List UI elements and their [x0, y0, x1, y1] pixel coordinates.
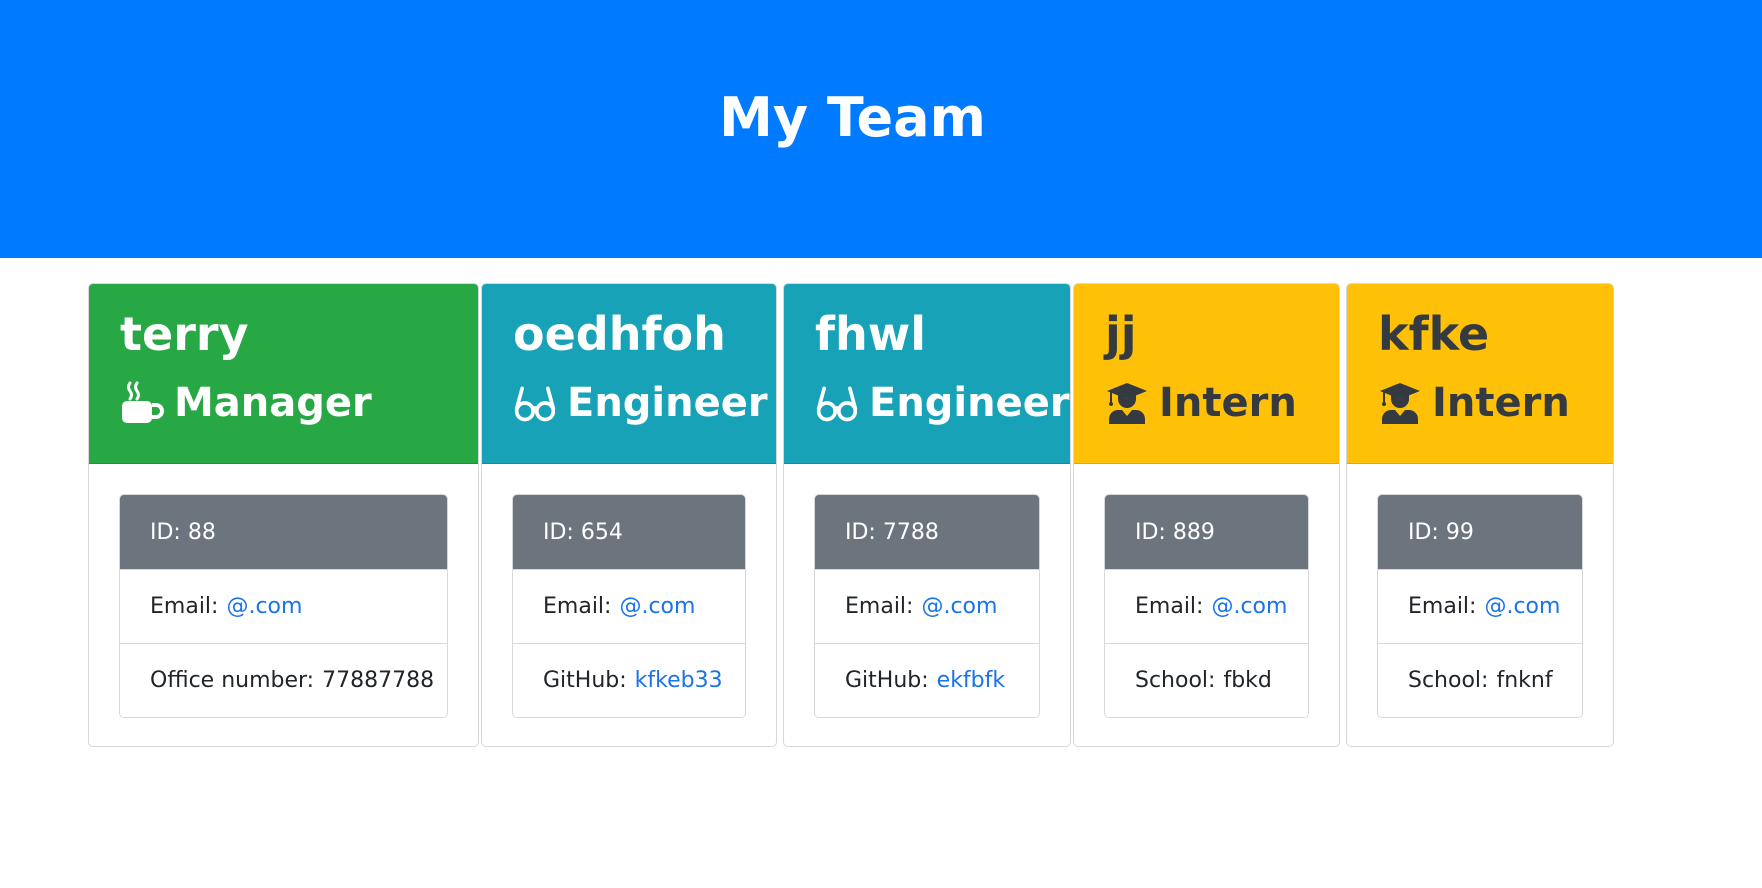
github-label: GitHub:	[845, 668, 929, 693]
employee-name: terry	[120, 307, 249, 361]
employee-card: fhwl Engineer ID: 7788 Email: @.com GitH…	[783, 283, 1071, 747]
graduate-icon	[1107, 383, 1147, 424]
email-link[interactable]: @.com	[1484, 594, 1560, 619]
github-link[interactable]: kfkeb33	[635, 668, 723, 693]
github-link[interactable]: ekfbfk	[937, 668, 1005, 693]
id-row: ID: 889	[1105, 495, 1308, 569]
school-label: School:	[1408, 668, 1489, 693]
email-label: Email:	[1408, 594, 1477, 619]
email-label: Email:	[543, 594, 612, 619]
employee-role: Intern	[1378, 370, 1613, 436]
coffee-mug-icon	[122, 381, 164, 423]
role-label: Engineer	[567, 380, 768, 426]
role-label: Manager	[174, 380, 372, 426]
email-row: Email: @.com	[1105, 569, 1308, 643]
email-link[interactable]: @.com	[1211, 594, 1287, 619]
email-label: Email:	[150, 594, 219, 619]
email-label: Email:	[1135, 594, 1204, 619]
info-list: ID: 654 Email: @.com GitHub: kfkeb33	[512, 494, 746, 718]
school-row: School: fnknf	[1378, 643, 1582, 717]
employee-role: Intern	[1105, 370, 1339, 436]
card-header: kfke Intern	[1347, 284, 1613, 464]
card-header: terry Manager	[89, 284, 478, 464]
office-number-value: 77887788	[322, 668, 435, 693]
employee-card: terry Manager ID: 88 Email: @.com Office…	[88, 283, 479, 747]
school-value: fnknf	[1496, 668, 1553, 693]
employee-card: jj Intern ID: 889 Email: @.com School: f…	[1073, 283, 1340, 747]
school-label: School:	[1135, 668, 1216, 693]
id-row: ID: 99	[1378, 495, 1582, 569]
info-list: ID: 88 Email: @.com Office number: 77887…	[119, 494, 448, 718]
email-row: Email: @.com	[513, 569, 745, 643]
email-row: Email: @.com	[120, 569, 447, 643]
employee-name: jj	[1105, 307, 1137, 361]
email-link[interactable]: @.com	[619, 594, 695, 619]
info-list: ID: 7788 Email: @.com GitHub: ekfbfk	[814, 494, 1040, 718]
school-value: fbkd	[1223, 668, 1272, 693]
office-number-row: Office number: 77887788	[120, 643, 447, 717]
employee-card: kfke Intern ID: 99 Email: @.com School: …	[1346, 283, 1614, 747]
employee-role: Engineer	[815, 370, 1070, 436]
email-row: Email: @.com	[815, 569, 1039, 643]
graduate-icon	[1380, 383, 1420, 424]
id-row: ID: 654	[513, 495, 745, 569]
role-label: Intern	[1159, 380, 1297, 426]
employee-name: kfke	[1378, 307, 1490, 361]
role-label: Intern	[1432, 380, 1570, 426]
email-link[interactable]: @.com	[921, 594, 997, 619]
employee-role: Manager	[120, 370, 478, 436]
id-row: ID: 7788	[815, 495, 1039, 569]
github-row: GitHub: kfkeb33	[513, 643, 745, 717]
card-header: oedhfoh Engineer	[482, 284, 776, 464]
glasses-icon	[514, 386, 556, 422]
glasses-icon	[816, 386, 858, 422]
role-label: Engineer	[869, 380, 1070, 426]
page-title: My Team	[719, 86, 986, 149]
header-banner: My Team	[0, 0, 1762, 258]
email-link[interactable]: @.com	[226, 594, 302, 619]
employee-name: fhwl	[815, 307, 927, 361]
card-header: fhwl Engineer	[784, 284, 1070, 464]
school-row: School: fbkd	[1105, 643, 1308, 717]
id-row: ID: 88	[120, 495, 447, 569]
email-label: Email:	[845, 594, 914, 619]
employee-card: oedhfoh Engineer ID: 654 Email: @.com Gi…	[481, 283, 777, 747]
github-row: GitHub: ekfbfk	[815, 643, 1039, 717]
employee-role: Engineer	[513, 370, 776, 436]
github-label: GitHub:	[543, 668, 627, 693]
info-list: ID: 889 Email: @.com School: fbkd	[1104, 494, 1309, 718]
card-header: jj Intern	[1074, 284, 1339, 464]
email-row: Email: @.com	[1378, 569, 1582, 643]
info-list: ID: 99 Email: @.com School: fnknf	[1377, 494, 1583, 718]
employee-name: oedhfoh	[513, 307, 726, 361]
office-number-label: Office number:	[150, 668, 315, 693]
